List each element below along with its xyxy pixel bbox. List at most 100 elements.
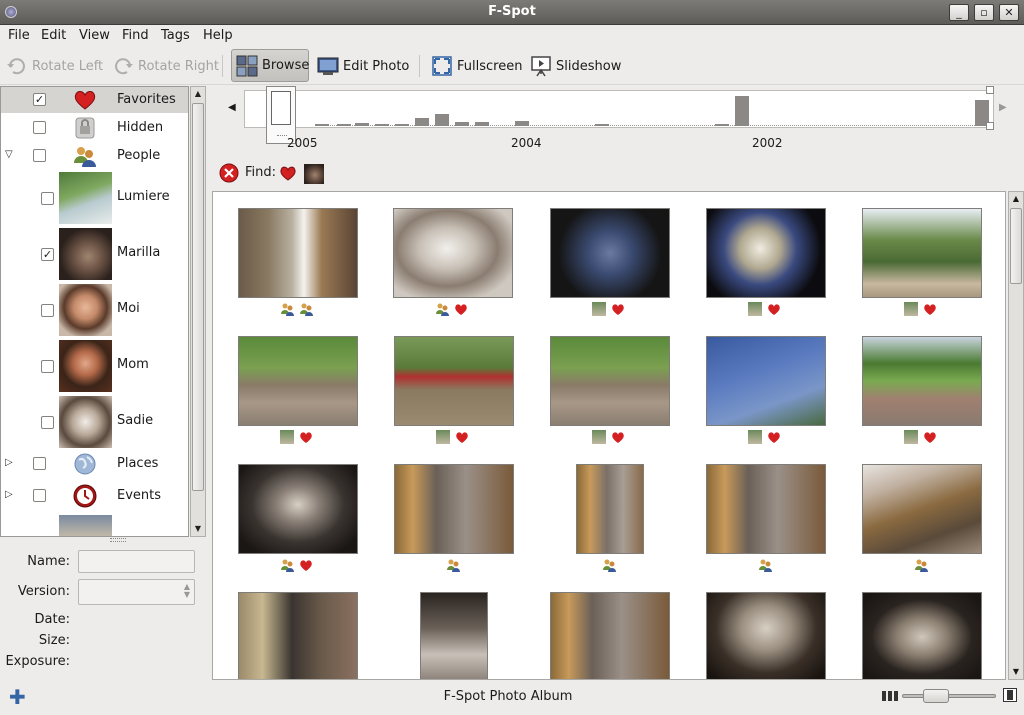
photo-thumbnail[interactable] xyxy=(706,464,826,554)
mom-thumbnail xyxy=(59,340,112,392)
tag-checkbox[interactable] xyxy=(41,304,54,317)
tag-checkbox[interactable] xyxy=(41,192,54,205)
tag-label: Events xyxy=(117,488,162,503)
slideshow-button[interactable]: Slideshow xyxy=(530,51,621,81)
moi-thumbnail xyxy=(59,284,112,336)
tag-checkbox[interactable] xyxy=(33,457,46,470)
tag-row-marilla[interactable]: ✓ Marilla xyxy=(1,227,188,281)
tag-tree-scrollbar[interactable]: ▲ ▼ xyxy=(190,86,206,537)
photo-thumbnail[interactable] xyxy=(394,336,514,426)
tag-label: Favorites xyxy=(117,92,176,107)
photo-emblems xyxy=(280,558,313,572)
rotate-left-button[interactable]: Rotate Left xyxy=(6,51,103,81)
photo-thumbnail[interactable] xyxy=(238,208,358,298)
title-bar: F-Spot _ ▫ ✕ xyxy=(0,0,1024,25)
tag-row-people[interactable]: ▽ People xyxy=(1,143,188,169)
browse-button[interactable]: Browse xyxy=(231,49,309,82)
photo-thumbnail[interactable] xyxy=(550,208,670,298)
menu-file[interactable]: File xyxy=(8,28,30,43)
tag-row-places[interactable]: ▷ Places xyxy=(1,451,188,477)
scrollbar-thumb[interactable] xyxy=(192,103,204,491)
rotate-right-icon xyxy=(112,55,134,77)
version-dropdown[interactable]: ▲ ▼ xyxy=(78,579,195,605)
photo-thumbnail[interactable] xyxy=(420,592,488,679)
zoom-out-icon[interactable] xyxy=(882,690,898,702)
photo-thumbnail[interactable] xyxy=(393,208,513,298)
photo-thumbnail[interactable] xyxy=(238,464,358,554)
status-text: F-Spot Photo Album xyxy=(443,689,573,704)
timeline-left-arrow-icon[interactable]: ◀ xyxy=(228,102,236,113)
zoom-slider-handle[interactable] xyxy=(923,689,949,703)
tag-row-moi[interactable]: Moi xyxy=(1,283,188,337)
photo-thumbnail[interactable] xyxy=(238,336,358,426)
edit-photo-button[interactable]: Edit Photo xyxy=(317,51,409,81)
scroll-up-arrow-icon[interactable]: ▲ xyxy=(1009,192,1023,206)
minimize-button[interactable]: _ xyxy=(949,4,969,21)
menu-edit[interactable]: Edit xyxy=(41,28,66,43)
photo-thumbnail[interactable] xyxy=(862,336,982,426)
fullscreen-button[interactable]: Fullscreen xyxy=(431,51,522,81)
place-thumbnail xyxy=(748,430,762,444)
photo-thumbnail[interactable] xyxy=(862,464,982,554)
find-term-heart-icon[interactable] xyxy=(279,164,297,182)
photo-thumbnail[interactable] xyxy=(550,336,670,426)
photo-thumbnail[interactable] xyxy=(576,464,644,554)
timeline-handle[interactable] xyxy=(986,86,994,94)
people-icon xyxy=(914,558,928,572)
timeline-right-arrow-icon[interactable]: ▶ xyxy=(999,102,1007,113)
date-label: Date: xyxy=(34,612,70,627)
scroll-down-arrow-icon[interactable]: ▼ xyxy=(191,522,205,536)
expander-open-icon[interactable]: ▽ xyxy=(5,149,13,160)
scroll-up-arrow-icon[interactable]: ▲ xyxy=(191,87,205,101)
tag-row-events[interactable]: ▷ Events xyxy=(1,483,188,509)
photo-emblems xyxy=(435,302,468,316)
timeline-handle[interactable] xyxy=(986,122,994,130)
exposure-label: Exposure: xyxy=(5,654,70,669)
tag-row-lumiere[interactable]: Lumiere xyxy=(1,171,188,225)
photo-grid-scrollbar[interactable]: ▲ ▼ xyxy=(1008,191,1024,680)
tag-checkbox[interactable] xyxy=(33,121,46,134)
tag-checkbox[interactable] xyxy=(33,489,46,502)
place-thumbnail xyxy=(904,430,918,444)
tag-row-favorites[interactable]: ✓ Favorites xyxy=(1,87,188,113)
zoom-slider[interactable] xyxy=(902,689,996,703)
tag-checkbox[interactable] xyxy=(41,360,54,373)
rotate-right-button[interactable]: Rotate Right xyxy=(112,51,219,81)
tag-checkbox[interactable] xyxy=(33,149,46,162)
tag-row-hidden[interactable]: Hidden xyxy=(1,115,188,141)
pane-resize-handle[interactable] xyxy=(110,538,126,542)
close-button[interactable]: ✕ xyxy=(999,4,1019,21)
photo-thumbnail[interactable] xyxy=(238,592,358,679)
photo-thumbnail[interactable] xyxy=(862,592,982,679)
expander-closed-icon[interactable]: ▷ xyxy=(5,489,13,500)
heart-icon xyxy=(923,430,937,444)
zoom-in-icon[interactable] xyxy=(1003,688,1017,702)
find-term-marilla-thumbnail[interactable] xyxy=(304,164,324,184)
tag-row-sadie[interactable]: Sadie xyxy=(1,395,188,449)
photo-thumbnail[interactable] xyxy=(706,336,826,426)
expander-closed-icon[interactable]: ▷ xyxy=(5,457,13,468)
timeline-track[interactable] xyxy=(244,90,994,128)
photo-thumbnail[interactable] xyxy=(394,464,514,554)
menu-find[interactable]: Find xyxy=(122,28,149,43)
name-field[interactable] xyxy=(78,550,195,573)
tag-checkbox[interactable]: ✓ xyxy=(41,248,54,261)
name-label: Name: xyxy=(27,554,70,569)
photo-thumbnail[interactable] xyxy=(706,592,826,679)
dropdown-arrows-icon: ▲ ▼ xyxy=(183,582,190,599)
photo-thumbnail[interactable] xyxy=(706,208,826,298)
tag-checkbox[interactable]: ✓ xyxy=(33,93,46,106)
photo-emblems xyxy=(904,302,937,316)
menu-view[interactable]: View xyxy=(79,28,110,43)
maximize-button[interactable]: ▫ xyxy=(974,4,994,21)
menu-tags[interactable]: Tags xyxy=(161,28,190,43)
scroll-down-arrow-icon[interactable]: ▼ xyxy=(1009,665,1023,679)
people-icon xyxy=(602,558,616,572)
tag-row-mom[interactable]: Mom xyxy=(1,339,188,393)
photo-thumbnail[interactable] xyxy=(862,208,982,298)
tag-checkbox[interactable] xyxy=(41,416,54,429)
clear-find-icon[interactable] xyxy=(219,163,239,183)
scrollbar-thumb[interactable] xyxy=(1010,208,1022,284)
photo-thumbnail[interactable] xyxy=(550,592,670,679)
menu-help[interactable]: Help xyxy=(203,28,233,43)
